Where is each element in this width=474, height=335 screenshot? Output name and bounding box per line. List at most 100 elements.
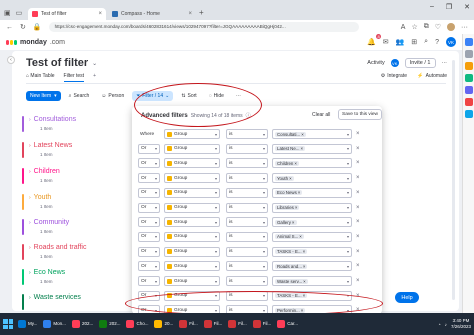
scrollbar[interactable]	[452, 60, 455, 300]
filter-operator-select[interactable]: is ▾	[226, 187, 268, 198]
delete-filter-icon[interactable]: ×	[356, 278, 360, 284]
taskbar-app-button[interactable]: 202...	[97, 316, 122, 332]
new-item-button[interactable]: New Item ▾	[26, 91, 61, 101]
chip-remove-icon[interactable]: ×	[298, 190, 301, 195]
filter-value-select[interactable]: Youth × ▾	[272, 173, 352, 184]
help-header-icon[interactable]: ?	[435, 39, 439, 46]
filter-value-select[interactable]: Libraries × ▾	[272, 202, 352, 213]
search-header-icon[interactable]: ⌕	[424, 38, 428, 46]
filter-condition-select[interactable]: Or ▾	[138, 202, 160, 213]
filter-condition-select[interactable]: Or ▾	[138, 217, 160, 228]
office-icon[interactable]	[465, 98, 473, 106]
add-view-button[interactable]: +	[93, 73, 96, 82]
taskbar-app-button[interactable]: Cho...	[124, 316, 150, 332]
filter-operator-select[interactable]: is ▾	[226, 202, 268, 213]
close-window-button[interactable]: ✕	[464, 3, 470, 11]
help-button[interactable]: Help	[395, 292, 419, 303]
tab-filter-test[interactable]: Filter test	[63, 73, 85, 82]
filter-condition-select[interactable]: Or ▾	[138, 276, 160, 286]
delete-filter-icon[interactable]: ×	[356, 175, 360, 181]
filter-column-select[interactable]: Group ▾	[164, 143, 220, 154]
browser-menu-icon[interactable]: ···	[461, 24, 468, 31]
filter-operator-select[interactable]: is ▾	[226, 276, 268, 286]
minimize-button[interactable]: –	[430, 3, 434, 11]
filter-condition-select[interactable]: Or ▾	[138, 246, 160, 257]
filter-value-select[interactable]: TASKS - E... × ▾	[272, 246, 352, 257]
bing-icon[interactable]	[465, 38, 473, 46]
delete-filter-icon[interactable]: ×	[356, 234, 360, 240]
chevron-down-icon[interactable]: ▾	[54, 93, 57, 99]
filter-column-select[interactable]: Group ▾	[164, 202, 220, 213]
chip-remove-icon[interactable]: ×	[295, 205, 298, 210]
extensions-icon[interactable]: ⧉	[424, 23, 429, 31]
chevron-right-icon[interactable]: ›	[29, 169, 31, 175]
invite-members-icon[interactable]: 👥	[396, 38, 405, 46]
filter-condition-select[interactable]: Or ▾	[138, 187, 160, 198]
chip-remove-icon[interactable]: ×	[301, 132, 304, 137]
lock-icon[interactable]: 🔒	[33, 23, 42, 31]
chip-remove-icon[interactable]: ×	[289, 176, 292, 181]
wifi-icon[interactable]: ◔	[438, 322, 441, 327]
group-title[interactable]: › Waste services	[29, 294, 81, 301]
clock[interactable]: 3:40 PM 7/26/2023	[451, 318, 471, 330]
filter-operator-select[interactable]: is ▾	[226, 231, 268, 242]
chip-remove-icon[interactable]: ×	[300, 146, 303, 151]
chip-remove-icon[interactable]: ×	[303, 249, 306, 254]
filter-value-select[interactable]: Waste serv... × ▾	[272, 276, 352, 286]
chevron-right-icon[interactable]: ›	[29, 143, 31, 149]
volume-icon[interactable]: ♪	[445, 322, 447, 327]
back-icon[interactable]: ←	[6, 24, 13, 31]
collapse-sidebar-icon[interactable]: ‹	[7, 56, 15, 64]
chip-remove-icon[interactable]: ×	[292, 220, 295, 225]
chevron-down-icon[interactable]: ⌄	[92, 60, 97, 67]
filter-operator-select[interactable]: is ▾	[226, 129, 268, 139]
filter-operator-select[interactable]: is ▾	[226, 158, 268, 169]
save-view-button[interactable]: Save to this view	[338, 109, 382, 120]
filter-column-select[interactable]: Group ▾	[164, 246, 220, 257]
chip-remove-icon[interactable]: ×	[303, 279, 306, 284]
filter-condition-select[interactable]: Or ▾	[138, 143, 160, 154]
filter-value-select[interactable]: Consultati... × ▾	[272, 129, 352, 139]
filter-column-select[interactable]: Group ▾	[164, 276, 220, 286]
collections-icon[interactable]: ♡	[435, 23, 441, 31]
favorite-star-icon[interactable]: ☆	[411, 23, 417, 31]
delete-filter-icon[interactable]: ×	[356, 146, 360, 152]
tools-icon[interactable]	[465, 74, 473, 82]
delete-filter-icon[interactable]: ×	[356, 263, 360, 269]
inbox-icon[interactable]: ✉	[383, 38, 389, 46]
shopping-icon[interactable]	[465, 62, 473, 70]
chevron-right-icon[interactable]: ›	[29, 295, 31, 301]
integrate-button[interactable]: ⚙ Integrate	[381, 73, 407, 79]
filter-column-select[interactable]: Group ▾	[164, 261, 220, 272]
group-title[interactable]: › Latest News	[29, 142, 72, 149]
filter-column-select[interactable]: Group ▾	[164, 173, 220, 184]
filter-condition-select[interactable]: Or ▾	[138, 231, 160, 242]
apps-icon[interactable]: ⊞	[411, 38, 417, 46]
url-field[interactable]: https://csc-engagement.monday.com/boards…	[48, 22, 359, 32]
windows-start-icon[interactable]	[3, 319, 13, 329]
board-title-text[interactable]: Test of filter	[26, 57, 88, 69]
tab-actions-icon[interactable]: ▭	[16, 9, 23, 17]
filter-value-select[interactable]: Gallery × ▾	[272, 217, 352, 228]
new-tab-button[interactable]: +	[199, 8, 204, 17]
automate-button[interactable]: ⚡ Automate	[417, 73, 447, 79]
workspaces-icon[interactable]: ▣	[4, 9, 11, 17]
group-title[interactable]: › Children	[29, 168, 60, 175]
invite-button[interactable]: Invite / 1	[404, 58, 436, 68]
filter-condition-select[interactable]: Or ▾	[138, 158, 160, 169]
filter-column-select[interactable]: Group ▾	[164, 231, 220, 242]
taskbar-app-button[interactable]: Fil...	[226, 316, 249, 332]
search-sidebar-icon[interactable]	[465, 50, 473, 58]
taskbar-app-button[interactable]: 20...	[152, 316, 175, 332]
filter-operator-select[interactable]: is ▾	[226, 173, 268, 184]
group-title[interactable]: › Youth	[29, 194, 51, 201]
monday-logo[interactable]: monday .com	[6, 39, 65, 46]
notifications-bell-icon[interactable]: 🔔 8	[367, 34, 381, 46]
browser-tab-active[interactable]: Test of filter ×	[28, 8, 106, 20]
taskbar-app-button[interactable]: Car...	[275, 316, 300, 332]
filter-condition-select[interactable]: Or ▾	[138, 261, 160, 272]
tab-main-table[interactable]: ⌂ Main Table	[26, 73, 55, 82]
filter-value-select[interactable]: Eco News × ▾	[272, 187, 352, 198]
chip-remove-icon[interactable]: ×	[294, 161, 297, 166]
refresh-icon[interactable]: ↻	[20, 23, 26, 31]
